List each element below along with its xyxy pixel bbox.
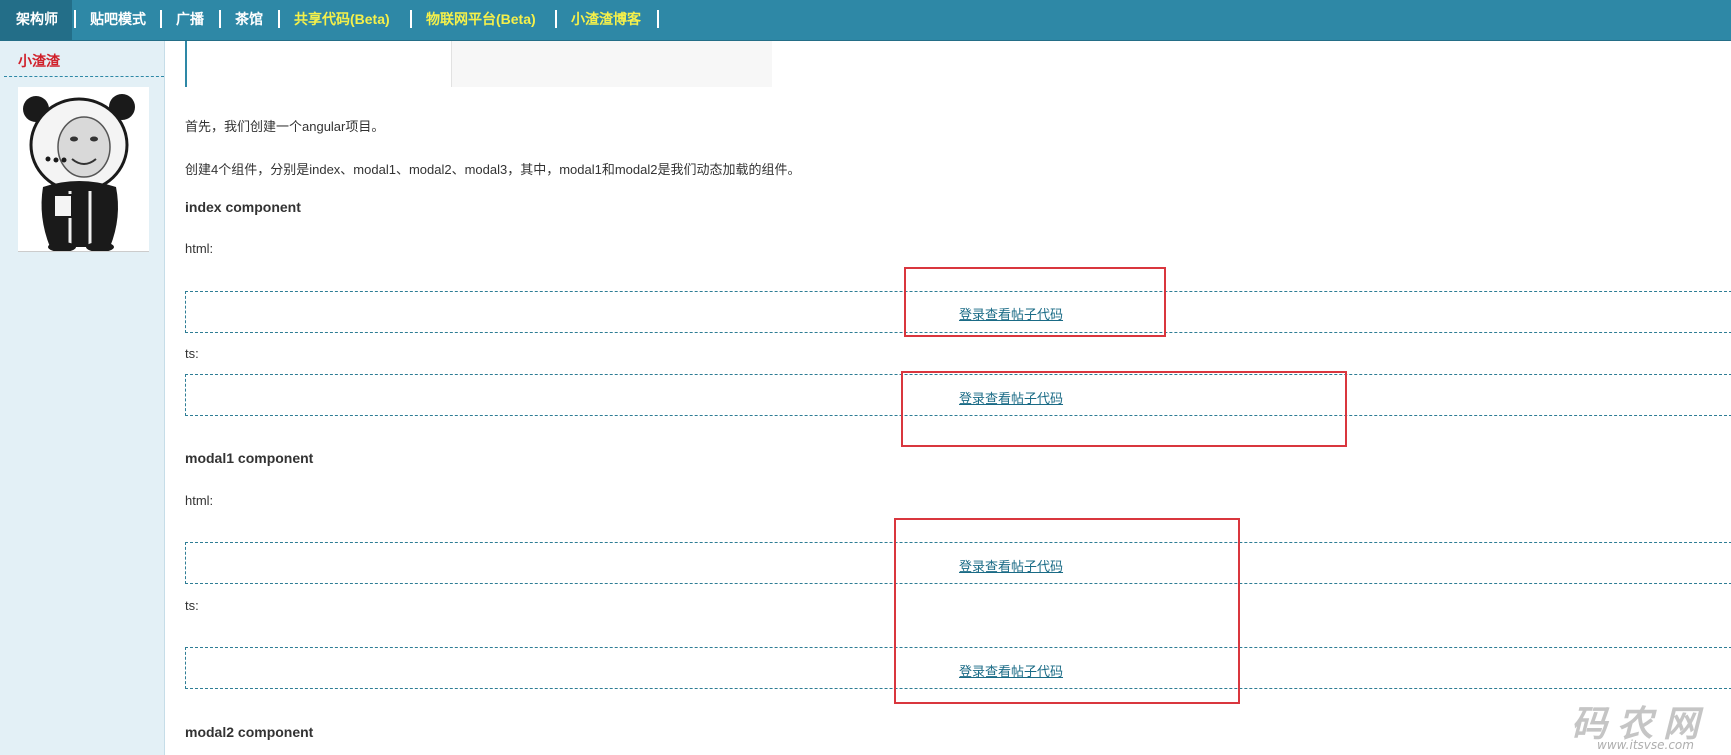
sidebar-divider [4, 76, 164, 77]
nav-item-iot-platform[interactable]: 物联网平台(Beta) [426, 0, 536, 40]
post-tab-active[interactable] [185, 41, 452, 87]
nav-separator [555, 10, 557, 28]
post-tab-strip [185, 41, 785, 87]
site-watermark: 码农网 www.itsvse.com [1567, 695, 1717, 755]
nav-item-shared-code[interactable]: 共享代码(Beta) [294, 0, 390, 40]
paragraph-intro: 首先，我们创建一个angular项目。 [185, 119, 385, 134]
label-index-html: html: [185, 241, 214, 256]
nav-separator [74, 10, 76, 28]
panda-meme-avatar-icon [23, 94, 135, 252]
heading-index-component: index component [185, 199, 301, 215]
annotation-highlight-box [894, 518, 1240, 704]
heading-modal2-component: modal2 component [185, 724, 314, 740]
post-tab-inactive[interactable] [451, 41, 772, 87]
nav-item-teahouse[interactable]: 茶馆 [235, 0, 263, 40]
nav-separator [219, 10, 221, 28]
nav-separator [410, 10, 412, 28]
user-sidebar: 小渣渣 [0, 41, 165, 755]
annotation-highlight-box [901, 371, 1347, 447]
sidebar-username[interactable]: 小渣渣 [18, 51, 60, 71]
annotation-highlight-box [904, 267, 1166, 337]
nav-item-architect[interactable]: 架构师 [0, 0, 72, 40]
label-modal1-html: html: [185, 493, 214, 508]
nav-item-blog[interactable]: 小渣渣博客 [571, 0, 641, 40]
avatar[interactable] [18, 87, 149, 252]
top-navigation: 架构师 贴吧模式 广播 茶馆 共享代码(Beta) 物联网平台(Beta) 小渣… [0, 0, 1731, 41]
heading-modal1-component: modal1 component [185, 450, 314, 466]
nav-separator [657, 10, 659, 28]
nav-separator [278, 10, 280, 28]
label-index-ts: ts: [185, 346, 199, 361]
label-modal1-ts: ts: [185, 598, 199, 613]
nav-item-broadcast[interactable]: 广播 [176, 0, 204, 40]
paragraph-components: 创建4个组件，分别是index、modal1、modal2、modal3，其中，… [185, 162, 801, 177]
watermark-url: www.itsvse.com [1597, 738, 1694, 752]
nav-item-tieba-mode[interactable]: 贴吧模式 [90, 0, 146, 40]
nav-separator [160, 10, 162, 28]
